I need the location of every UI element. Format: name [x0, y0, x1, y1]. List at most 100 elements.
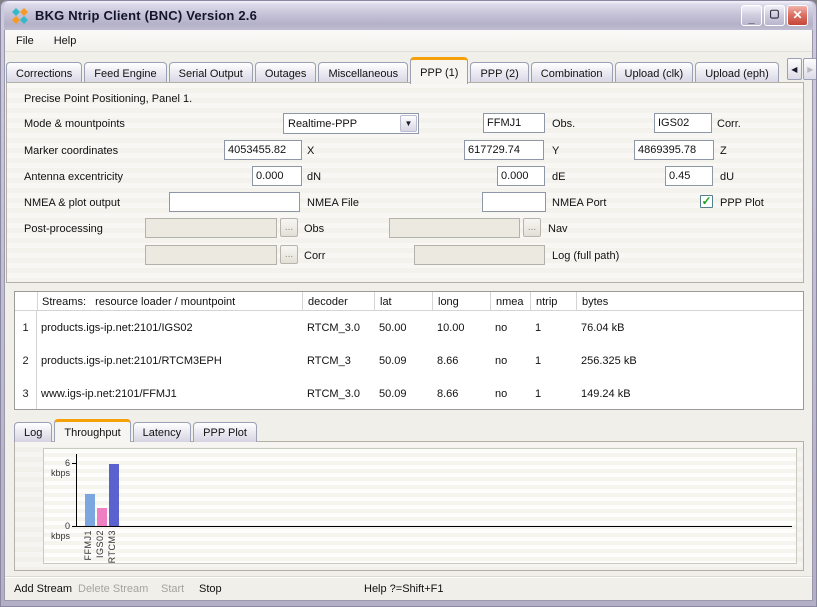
streams-table-header: Streams: resource loader / mountpoint de… [15, 292, 803, 311]
z-label: Z [720, 145, 727, 157]
header-ntrip: ntrip [530, 292, 576, 311]
post-obs-label: Obs [304, 223, 324, 235]
cell-bytes: 256.325 kB [576, 355, 803, 367]
ytick-0kbps: 0 kbps [44, 521, 70, 541]
bar-rtcm3 [109, 464, 119, 526]
coord-y-input[interactable] [464, 140, 544, 160]
corr-mountpoint-input[interactable] [654, 113, 712, 133]
obs-label: Obs. [552, 118, 575, 130]
header-nmea: nmea [490, 292, 530, 311]
cell-bytes: 149.24 kB [576, 388, 803, 400]
tab-upload-eph[interactable]: Upload (eph) [695, 62, 779, 84]
coord-z-input[interactable] [634, 140, 714, 160]
tab-latency[interactable]: Latency [133, 422, 192, 442]
window-title: BKG Ntrip Client (BNC) Version 2.6 [35, 8, 257, 23]
tab-throughput[interactable]: Throughput [54, 419, 130, 442]
tab-miscellaneous[interactable]: Miscellaneous [318, 62, 408, 84]
stream-row-3[interactable]: 3 www.igs-ip.net:2101/FFMJ1 RTCM_3.0 50.… [15, 377, 803, 410]
cell-lat: 50.00 [374, 322, 432, 334]
nmea-port-label: NMEA Port [552, 197, 606, 209]
tab-ppp-1[interactable]: PPP (1) [410, 57, 468, 84]
post-corr-label: Corr [304, 250, 325, 262]
tab-upload-clk[interactable]: Upload (clk) [615, 62, 694, 84]
tab-scroll-left-icon: ◀ [791, 65, 797, 74]
close-button[interactable]: ✕ [787, 5, 808, 26]
menu-help[interactable]: Help [45, 32, 86, 50]
tab-ppp-plot[interactable]: PPP Plot [193, 422, 257, 442]
cell-decoder: RTCM_3 [302, 355, 374, 367]
x-label: X [307, 145, 314, 157]
bars-area [77, 463, 137, 526]
ppp1-panel: Precise Point Positioning, Panel 1. Mode… [6, 82, 804, 283]
streams-table: Streams: resource loader / mountpoint de… [14, 291, 804, 410]
cell-ntrip: 1 [530, 388, 576, 400]
coord-x-input[interactable] [224, 140, 302, 160]
nmea-file-input[interactable] [169, 192, 300, 212]
post-log-file-input [414, 245, 545, 265]
stream-row-2[interactable]: 2 products.igs-ip.net:2101/RTCM3EPH RTCM… [15, 344, 803, 377]
config-tab-bar: Corrections Feed Engine Serial Output Ou… [6, 57, 812, 84]
delete-stream-button: Delete Stream [78, 583, 148, 595]
cell-decoder: RTCM_3.0 [302, 388, 374, 400]
stream-row-1[interactable]: 1 products.igs-ip.net:2101/IGS02 RTCM_3.… [15, 311, 803, 344]
de-label: dE [552, 171, 565, 183]
obs-mountpoint-input[interactable] [483, 113, 545, 133]
stop-button[interactable]: Stop [199, 583, 222, 595]
bottom-tab-bar: Log Throughput Latency PPP Plot [14, 419, 259, 442]
nmea-port-input[interactable] [482, 192, 546, 212]
minimize-button[interactable]: _ [741, 5, 762, 26]
tab-corrections[interactable]: Corrections [6, 62, 82, 84]
browse-obs-button: ... [280, 218, 298, 237]
bar-category-label: FFMJ1 [83, 530, 93, 561]
tab-feed-engine[interactable]: Feed Engine [84, 62, 166, 84]
cell-nmea: no [490, 388, 530, 400]
row-number: 2 [15, 344, 37, 377]
corr-label: Corr. [717, 118, 741, 130]
tab-combination[interactable]: Combination [531, 62, 613, 84]
tab-ppp-2[interactable]: PPP (2) [470, 62, 528, 84]
cell-ntrip: 1 [530, 322, 576, 334]
x-axis [76, 526, 792, 527]
check-icon: ✓ [701, 195, 711, 207]
throughput-chart: 6 kbps 0 kbps FFMJ1IGS02RTCM3 [43, 448, 797, 564]
cell-long: 8.66 [432, 388, 490, 400]
header-row-number [15, 292, 37, 311]
help-shortcut-text: Help ?=Shift+F1 [364, 583, 444, 595]
title-bar[interactable]: BKG Ntrip Client (BNC) Version 2.6 _ ▢ ✕ [4, 1, 813, 30]
maximize-button[interactable]: ▢ [764, 5, 785, 26]
tab-log[interactable]: Log [14, 422, 52, 442]
cell-bytes: 76.04 kB [576, 322, 803, 334]
post-nav-file-input [389, 218, 520, 238]
cell-mountpoint: products.igs-ip.net:2101/RTCM3EPH [37, 355, 302, 367]
mode-combobox[interactable]: Realtime-PPP ▼ [283, 113, 419, 134]
app-window: BKG Ntrip Client (BNC) Version 2.6 _ ▢ ✕… [0, 0, 817, 607]
cell-nmea: no [490, 322, 530, 334]
de-input[interactable] [497, 166, 545, 186]
dn-input[interactable] [252, 166, 302, 186]
ppp-plot-label: PPP Plot [720, 197, 764, 209]
post-log-label: Log (full path) [552, 250, 619, 262]
tab-scroll-left-button[interactable]: ◀ [787, 58, 802, 80]
add-stream-button[interactable]: Add Stream [14, 583, 72, 595]
dn-label: dN [307, 171, 321, 183]
tab-outages[interactable]: Outages [255, 62, 317, 84]
minimize-icon: _ [748, 14, 754, 25]
combo-dropdown-button[interactable]: ▼ [400, 115, 417, 132]
bar-ffmj1 [85, 494, 95, 526]
tab-serial-output[interactable]: Serial Output [169, 62, 253, 84]
post-obs-file-input [145, 218, 277, 238]
du-input[interactable] [665, 166, 713, 186]
header-mountpoint: Streams: resource loader / mountpoint [37, 292, 302, 311]
browse-corr-button: ... [280, 245, 298, 264]
cell-long: 10.00 [432, 322, 490, 334]
ppp-plot-checkbox[interactable]: ✓ [700, 195, 713, 208]
main-content: Corrections Feed Engine Serial Output Ou… [5, 52, 812, 600]
menu-file[interactable]: File [7, 32, 43, 50]
header-bytes: bytes [576, 292, 803, 311]
cell-lat: 50.09 [374, 388, 432, 400]
cell-mountpoint: products.igs-ip.net:2101/IGS02 [37, 322, 302, 334]
tab-scroll-right-icon: ▶ [807, 65, 813, 74]
header-decoder: decoder [302, 292, 374, 311]
tab-scroll-buttons: ◀ ▶ [787, 58, 817, 80]
mode-combobox-value: Realtime-PPP [284, 118, 399, 130]
